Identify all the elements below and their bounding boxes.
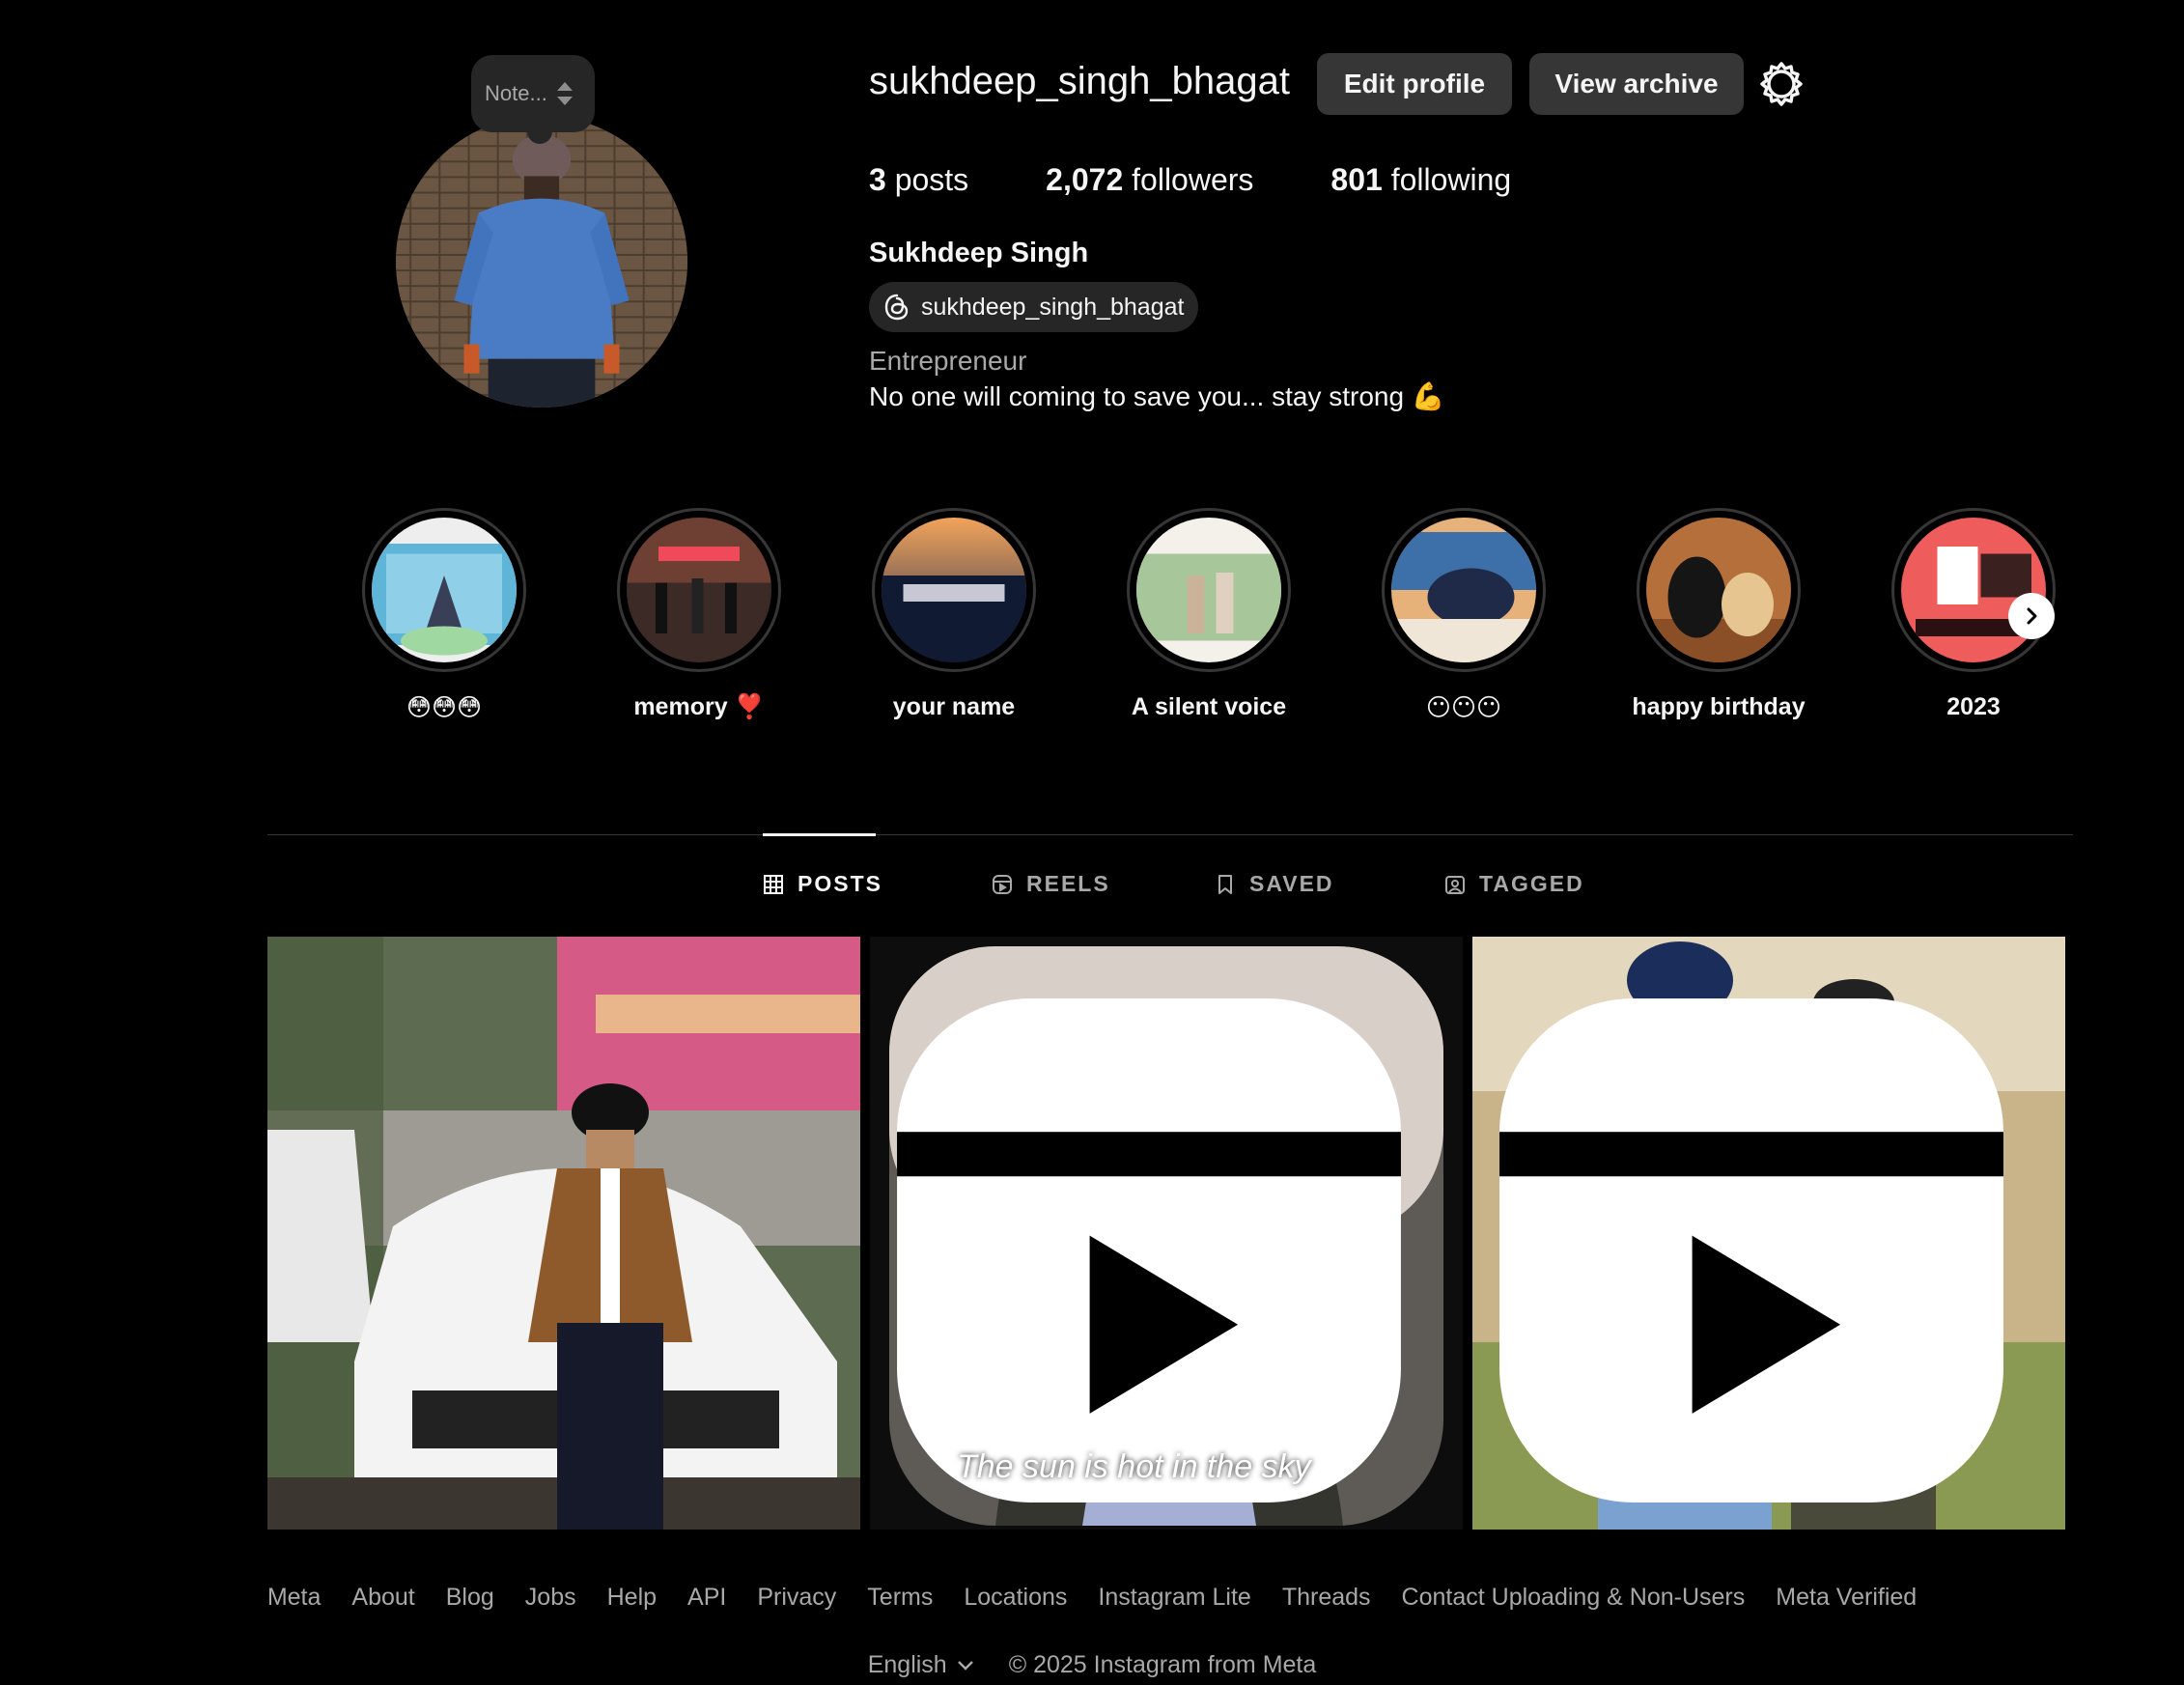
- highlight-thumbnail: [372, 518, 517, 662]
- profile-stats: 3 posts 2,072 followers 801 following: [869, 162, 1588, 198]
- footer-link[interactable]: Blog: [446, 1584, 494, 1612]
- posts-label: posts: [894, 162, 969, 197]
- tab-posts[interactable]: POSTS: [763, 871, 882, 897]
- highlight-item[interactable]: your name: [857, 508, 1050, 721]
- posts-stat: 3 posts: [869, 162, 968, 198]
- footer-link[interactable]: API: [687, 1584, 726, 1612]
- highlight-item[interactable]: memory ❣️: [602, 508, 796, 721]
- highlight-label: 😳😳😳: [406, 694, 483, 721]
- reels-icon: [993, 874, 1012, 894]
- highlight-label: memory ❣️: [633, 693, 765, 720]
- tab-saved[interactable]: SAVED: [1215, 871, 1334, 897]
- footer-link[interactable]: About: [351, 1584, 414, 1612]
- followers-count: 2,072: [1046, 162, 1124, 197]
- story-highlights: 😳😳😳 memory ❣️ your name A silent voice 😶…: [348, 508, 2066, 740]
- footer-link[interactable]: Locations: [964, 1584, 1067, 1612]
- tab-posts-label: POSTS: [798, 871, 882, 896]
- footer-link[interactable]: Meta Verified: [1776, 1584, 1917, 1612]
- footer-link[interactable]: Meta: [267, 1584, 322, 1612]
- threads-link[interactable]: sukhdeep_singh_bhagat: [869, 282, 1199, 332]
- footer-link[interactable]: Instagram Lite: [1098, 1584, 1250, 1612]
- post-tile[interactable]: [1472, 937, 2065, 1530]
- highlight-item[interactable]: 😶😶😶: [1367, 508, 1560, 722]
- bookmark-icon: [1218, 874, 1232, 894]
- followers-label: followers: [1132, 162, 1254, 197]
- profile-category: Entrepreneur: [869, 346, 1027, 376]
- footer-link[interactable]: Jobs: [525, 1584, 576, 1612]
- highlight-label: 2023: [1946, 693, 2001, 720]
- posts-count: 3: [869, 162, 886, 197]
- post-photo: [267, 937, 860, 1530]
- tab-tagged-label: TAGGED: [1479, 871, 1584, 896]
- language-selector[interactable]: English: [868, 1651, 974, 1679]
- profile-full-name: Sukhdeep Singh: [869, 238, 1089, 268]
- highlight-thumbnail: [1391, 518, 1536, 662]
- edit-profile-button[interactable]: Edit profile: [1317, 53, 1512, 115]
- highlight-label: your name: [892, 693, 1016, 720]
- note-bubble[interactable]: Note...: [471, 55, 595, 144]
- footer-link[interactable]: Terms: [867, 1584, 933, 1612]
- following-count: 801: [1330, 162, 1383, 197]
- post-tile[interactable]: [267, 937, 860, 1530]
- threads-icon: [884, 294, 909, 321]
- tagged-icon: [1445, 875, 1465, 894]
- tabs-divider: [267, 834, 2073, 835]
- profile-avatar[interactable]: [396, 116, 687, 407]
- note-scroll-icon: [556, 82, 573, 105]
- tab-saved-label: SAVED: [1249, 871, 1334, 896]
- profile-tabs: POSTS REELS SAVED TAGGED: [0, 871, 2184, 910]
- footer-link[interactable]: Help: [607, 1584, 657, 1612]
- following-stat[interactable]: 801 following: [1330, 162, 1511, 198]
- tab-tagged[interactable]: TAGGED: [1444, 871, 1584, 897]
- chevron-down-icon: [957, 1660, 973, 1671]
- profile-bio: No one will coming to save you... stay s…: [869, 381, 1445, 411]
- followers-stat[interactable]: 2,072 followers: [1046, 162, 1253, 198]
- view-archive-button[interactable]: View archive: [1529, 53, 1744, 115]
- highlight-thumbnail: [1136, 518, 1281, 662]
- avatar-photo: [396, 116, 687, 407]
- footer-link[interactable]: Threads: [1282, 1584, 1371, 1612]
- tab-reels[interactable]: REELS: [992, 871, 1110, 897]
- highlight-thumbnail: [627, 518, 771, 662]
- highlight-item[interactable]: 😳😳😳: [348, 508, 541, 722]
- reel-icon: [1499, 998, 2003, 1502]
- highlight-thumbnail: [1646, 518, 1791, 662]
- grid-icon: [764, 874, 783, 894]
- highlights-next-button[interactable]: [2008, 593, 2055, 639]
- footer-link[interactable]: Privacy: [757, 1584, 836, 1612]
- footer-link[interactable]: Contact Uploading & Non-Users: [1402, 1584, 1746, 1612]
- highlight-item[interactable]: A silent voice: [1112, 508, 1305, 721]
- footer-links: Meta About Blog Jobs Help API Privacy Te…: [0, 1584, 2184, 1612]
- highlight-label: A silent voice: [1131, 693, 1287, 720]
- highlight-item[interactable]: happy birthday: [1622, 508, 1815, 721]
- copyright-text: © 2025 Instagram from Meta: [1008, 1651, 1317, 1678]
- active-tab-indicator: [763, 833, 876, 836]
- highlight-thumbnail: [882, 518, 1026, 662]
- following-label: following: [1390, 162, 1512, 197]
- highlight-thumbnail: [1901, 518, 2046, 662]
- footer-bottom: English © 2025 Instagram from Meta: [0, 1651, 2184, 1679]
- settings-gear-icon[interactable]: [1757, 60, 1806, 108]
- tab-reels-label: REELS: [1026, 871, 1110, 896]
- highlight-label: 😶😶😶: [1425, 694, 1502, 721]
- language-label: English: [867, 1651, 947, 1678]
- post-tile[interactable]: The sun is hot in the sky: [870, 937, 1463, 1530]
- reel-caption: The sun is hot in the sky: [957, 1448, 1311, 1485]
- note-placeholder: Note...: [485, 81, 547, 105]
- chevron-right-icon: [2027, 607, 2037, 625]
- profile-username: sukhdeep_singh_bhagat: [869, 60, 1290, 102]
- reel-icon: [897, 998, 1401, 1502]
- highlight-label: happy birthday: [1632, 693, 1806, 720]
- threads-handle: sukhdeep_singh_bhagat: [921, 293, 1185, 321]
